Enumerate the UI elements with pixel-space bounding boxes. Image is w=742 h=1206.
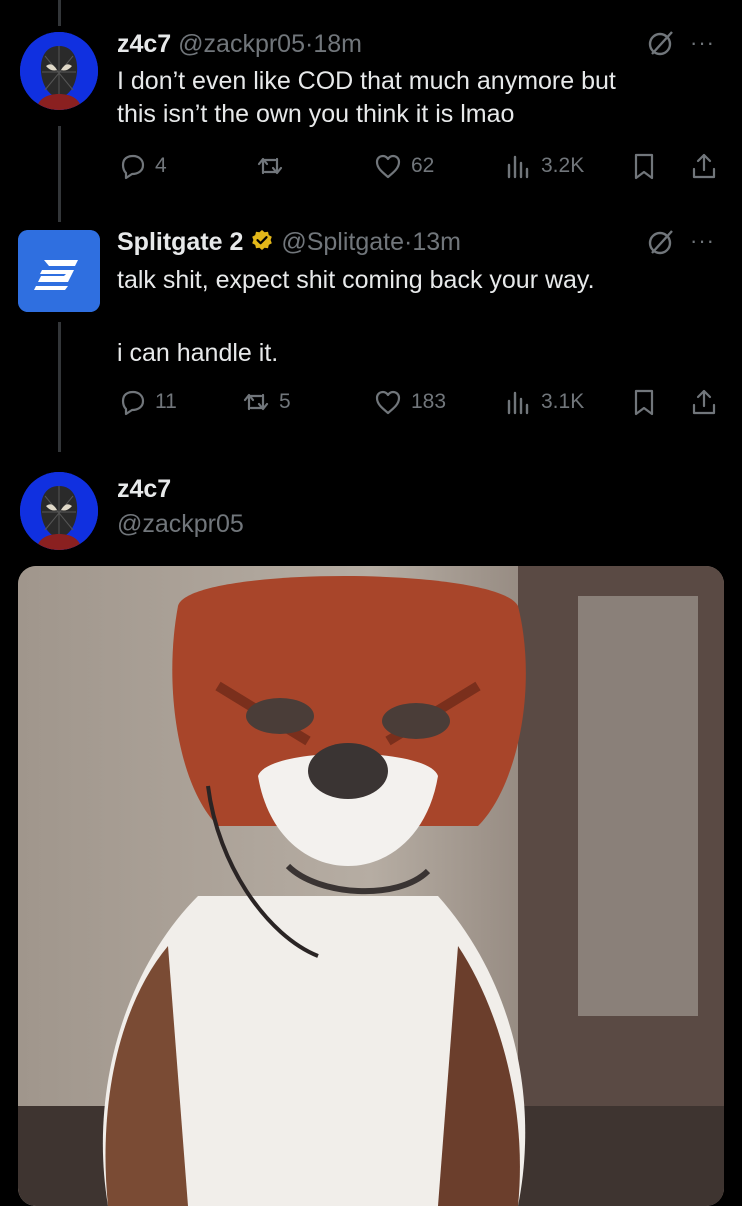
bookmark-icon (634, 389, 654, 416)
more-icon[interactable]: ··· (690, 228, 715, 254)
share-icon (692, 153, 716, 179)
thread-line-1 (58, 126, 61, 222)
repost-button[interactable]: 5 (241, 382, 291, 422)
thread-line-top (58, 0, 61, 26)
author-handle[interactable]: @zackpr05 (178, 30, 305, 58)
like-button[interactable]: 62 (373, 146, 434, 186)
views-button[interactable]: 3.1K (503, 382, 584, 422)
grok-icon[interactable] (646, 28, 676, 58)
like-icon (375, 390, 401, 415)
spiderman-avatar-icon (20, 32, 98, 110)
tweet-text: I don’t even like COD that much anymore … (117, 65, 616, 131)
avatar[interactable] (20, 472, 98, 550)
bookmark-button[interactable] (629, 382, 667, 422)
reply-icon (121, 154, 145, 180)
reply-icon (121, 390, 145, 416)
action-bar: 11 5 183 3.1K (117, 382, 725, 422)
tweet-text: talk shit, expect shit coming back your … (117, 264, 595, 370)
text-line: I don’t even like COD that much anymore … (117, 67, 616, 95)
spiderman-avatar-icon (20, 472, 98, 550)
repost-count: 5 (279, 390, 291, 413)
share-icon (692, 389, 716, 415)
text-line (117, 297, 595, 337)
repost-icon (243, 393, 269, 411)
views-icon (507, 155, 529, 179)
text-line: talk shit, expect shit coming back your … (117, 266, 595, 294)
tweet-header: Splitgate 2 @Splitgate·13m (117, 228, 461, 257)
like-count: 62 (411, 154, 435, 177)
reply-button[interactable]: 4 (117, 146, 167, 186)
masked-dog-image (18, 566, 724, 1206)
verified-badge-icon (252, 230, 273, 250)
avatar[interactable] (18, 230, 100, 312)
tweet-header: z4c7 @zackpr05·18m (117, 30, 362, 59)
share-button[interactable] (689, 382, 727, 422)
avatar[interactable] (20, 32, 98, 110)
more-icon[interactable]: ··· (690, 30, 715, 56)
bookmark-icon (634, 153, 654, 180)
views-button[interactable]: 3.2K (503, 146, 584, 186)
author-handle[interactable]: @zackpr05 (117, 510, 244, 539)
author-name[interactable]: z4c7 (117, 30, 171, 58)
repost-icon (257, 157, 283, 175)
author-name[interactable]: z4c7 (117, 475, 171, 504)
reply-count: 11 (155, 390, 177, 413)
media-image[interactable] (18, 566, 724, 1206)
timestamp[interactable]: 13m (412, 228, 461, 256)
author-name[interactable]: Splitgate 2 (117, 228, 243, 256)
repost-button[interactable] (255, 146, 293, 186)
timestamp[interactable]: 18m (313, 30, 362, 58)
reply-count: 4 (155, 154, 167, 177)
views-count: 3.2K (541, 154, 585, 177)
like-button[interactable]: 183 (373, 382, 446, 422)
views-icon (507, 391, 529, 415)
splitgate-logo-icon (18, 230, 100, 312)
bookmark-button[interactable] (629, 146, 667, 186)
action-bar: 4 62 3.2K (117, 146, 725, 186)
thread-line-2 (58, 322, 61, 452)
like-count: 183 (411, 390, 447, 413)
share-button[interactable] (689, 146, 727, 186)
author-handle[interactable]: @Splitgate (281, 228, 404, 256)
text-line: i can handle it. (117, 339, 279, 367)
reply-button[interactable]: 11 (117, 382, 177, 422)
text-line: this isn’t the own you think it is lmao (117, 100, 515, 128)
like-icon (375, 154, 401, 179)
views-count: 3.1K (541, 390, 585, 413)
grok-icon[interactable] (646, 227, 676, 257)
